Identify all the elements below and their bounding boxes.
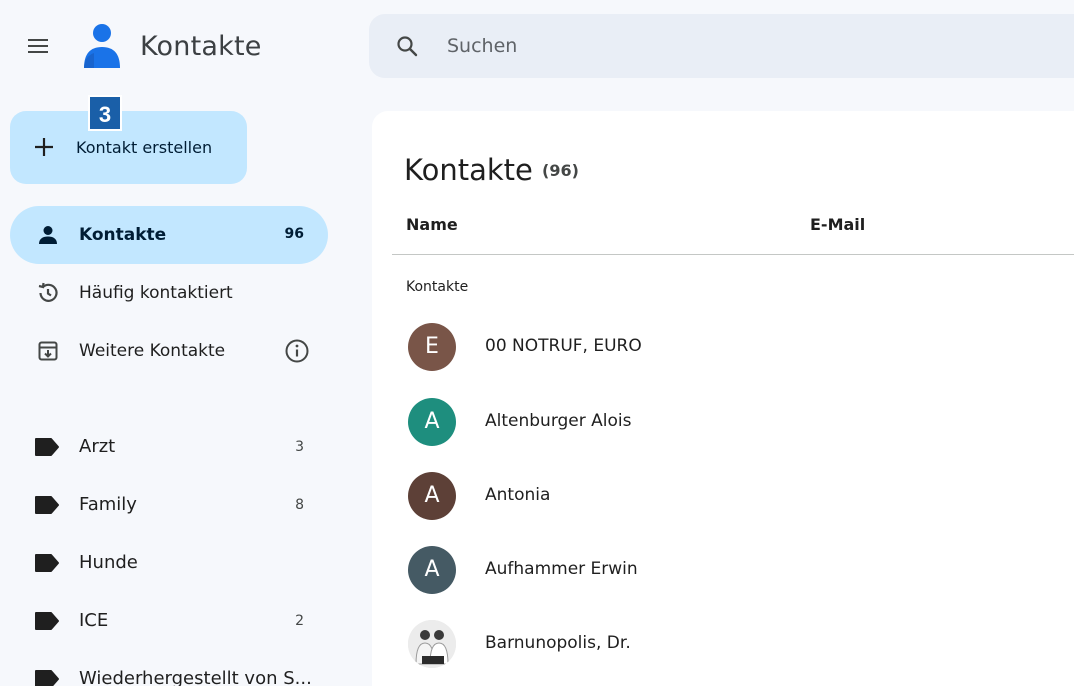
- label-item-family[interactable]: Family 8: [10, 476, 328, 534]
- info-icon[interactable]: [284, 338, 310, 364]
- search-input[interactable]: [447, 32, 947, 60]
- nav-item-contacts[interactable]: Kontakte 96: [10, 206, 328, 264]
- section-label: Kontakte: [406, 279, 469, 295]
- archive-icon: [38, 341, 58, 361]
- contact-name: Aufhammer Erwin: [485, 559, 638, 579]
- contact-row[interactable]: A Aufhammer Erwin: [392, 534, 1074, 606]
- label-count: 8: [295, 497, 304, 513]
- step-number-badge: 3: [88, 95, 122, 131]
- avatar: A: [408, 546, 456, 594]
- nav-item-count: 96: [284, 226, 304, 242]
- label-item-arzt[interactable]: Arzt 3: [10, 418, 328, 476]
- label-name: ICE: [79, 610, 109, 631]
- nav-item-label: Häufig kontaktiert: [79, 283, 233, 303]
- label-icon: [35, 670, 59, 686]
- person-icon: [39, 226, 57, 244]
- contact-row[interactable]: A Altenburger Alois: [392, 386, 1074, 458]
- label-name: Hunde: [79, 552, 138, 573]
- create-contact-button[interactable]: Kontakt erstellen: [10, 111, 247, 184]
- avatar: A: [408, 398, 456, 446]
- label-item-ice[interactable]: ICE 2: [10, 592, 328, 650]
- nav-item-label: Weitere Kontakte: [79, 341, 226, 361]
- avatar: E: [408, 323, 456, 371]
- avatar: A: [408, 472, 456, 520]
- contact-row[interactable]: A Antonia: [392, 460, 1074, 532]
- page-title: Kontakte: [404, 153, 533, 187]
- contacts-count: (96): [542, 161, 579, 180]
- nav-item-label: Kontakte: [79, 225, 167, 245]
- main-menu-button[interactable]: [24, 35, 52, 59]
- search-bar[interactable]: [369, 14, 1074, 78]
- nav-item-other-contacts[interactable]: Weitere Kontakte: [10, 322, 328, 380]
- label-count: 2: [295, 613, 304, 629]
- avatar-photo: [408, 620, 456, 668]
- column-header-email[interactable]: E-Mail: [810, 215, 865, 234]
- search-icon[interactable]: [395, 34, 419, 58]
- contact-name: Antonia: [485, 485, 551, 505]
- label-icon: [35, 554, 59, 572]
- history-icon: [38, 282, 58, 302]
- contact-name: Altenburger Alois: [485, 411, 632, 431]
- nav-item-frequently-contacted[interactable]: Häufig kontaktiert: [10, 264, 328, 322]
- label-name: Wiederhergestellt von S...: [79, 668, 312, 686]
- create-contact-label: Kontakt erstellen: [76, 138, 213, 157]
- contact-row[interactable]: Barnunopolis, Dr.: [392, 608, 1074, 680]
- label-name: Arzt: [79, 436, 116, 457]
- top-bar: Kontakte: [0, 0, 1074, 100]
- label-item-restored[interactable]: Wiederhergestellt von S...: [10, 650, 328, 686]
- label-count: 3: [295, 439, 304, 455]
- label-icon: [35, 612, 59, 630]
- app-title: Kontakte: [140, 31, 262, 62]
- label-icon: [35, 438, 59, 456]
- people-photo-icon: [408, 620, 456, 668]
- contact-name: Barnunopolis, Dr.: [485, 633, 631, 653]
- contact-name: 00 NOTRUF, EURO: [485, 336, 642, 356]
- label-icon: [35, 496, 59, 514]
- label-item-hunde[interactable]: Hunde: [10, 534, 328, 592]
- column-header-name[interactable]: Name: [406, 215, 458, 234]
- contacts-logo-icon: [84, 24, 120, 68]
- contact-row[interactable]: E 00 NOTRUF, EURO: [392, 311, 1074, 383]
- plus-icon: [35, 138, 53, 156]
- contacts-list-panel: Kontakte (96) Name E-Mail Kontakte E 00 …: [372, 111, 1074, 686]
- header-divider: [392, 254, 1074, 255]
- label-name: Family: [79, 494, 137, 515]
